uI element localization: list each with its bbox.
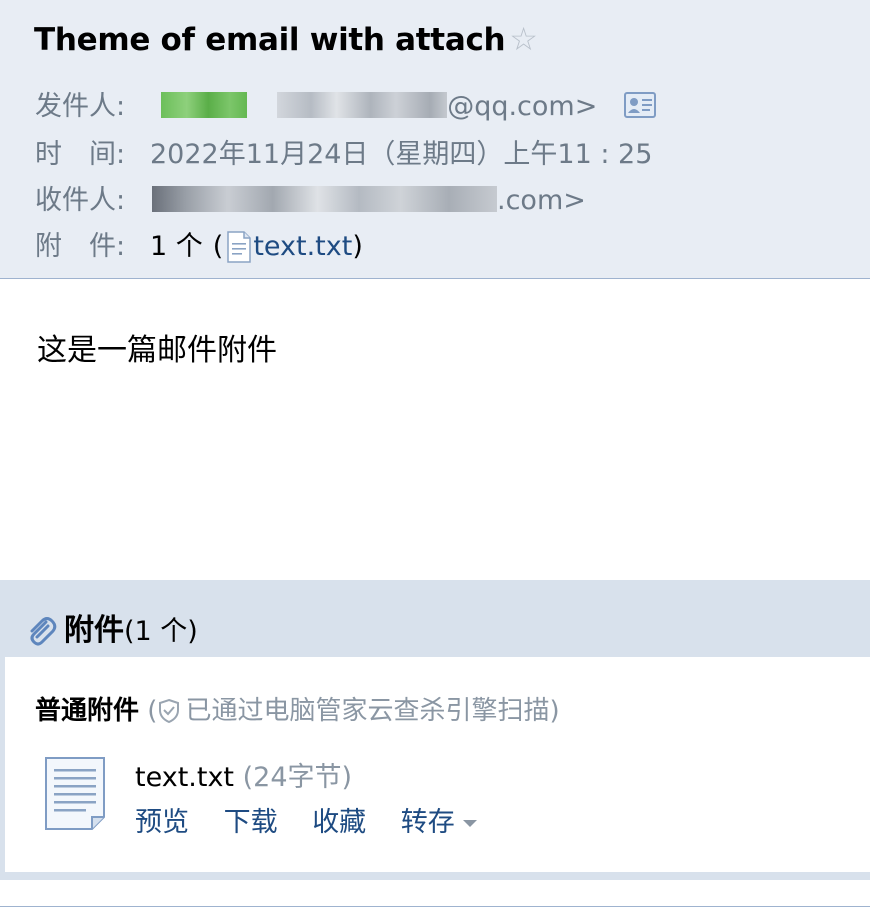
- attachment-count: 1 个: [150, 231, 203, 262]
- header-attachment-link[interactable]: text.txt: [253, 231, 352, 262]
- attachment-file-name: text.txt: [135, 762, 235, 793]
- recipient-email-redacted[interactable]: [152, 186, 497, 212]
- attachment-section-title: 附件(1 个): [24, 605, 198, 649]
- preview-link[interactable]: 预览: [135, 807, 189, 838]
- favorite-link[interactable]: 收藏: [312, 807, 366, 838]
- attachment-actions: 预览 下载 收藏 转存: [135, 800, 477, 839]
- sender-email-redacted[interactable]: [277, 92, 448, 118]
- subject-text: Theme of email with attach: [34, 22, 506, 58]
- attachments-row: 附 件: 1 个 ( text.txt): [35, 224, 363, 263]
- attachment-title-label: 附件: [64, 613, 124, 648]
- chevron-down-icon[interactable]: [462, 820, 477, 827]
- scan-note: 已通过电脑管家云查杀引擎扫描: [185, 696, 550, 726]
- txt-file-icon[interactable]: [42, 755, 108, 831]
- email-body-text: 这是一篇邮件附件: [37, 333, 277, 368]
- attachment-open-paren: (: [212, 231, 224, 262]
- attachment-file-size: (24字节): [242, 762, 353, 793]
- scan-close-paren: ): [549, 696, 560, 726]
- divider: [0, 906, 870, 907]
- time-row: 时 间: 2022年11月24日（星期四）上午11 : 25: [35, 132, 652, 171]
- save-to-dropdown[interactable]: 转存: [401, 807, 455, 838]
- attachment-close-paren: ): [352, 231, 363, 262]
- time-value: 2022年11月24日（星期四）上午11 : 25: [150, 139, 653, 170]
- file-icon: [227, 231, 252, 263]
- normal-attachment-heading: 普通附件 ( 已通过电脑管家云查杀引擎扫描): [35, 690, 560, 727]
- attachments-label: 附 件:: [35, 231, 126, 262]
- attachment-title-count: (1 个): [124, 616, 198, 647]
- recipient-label: 收件人:: [35, 185, 126, 216]
- shield-check-icon: [157, 698, 181, 724]
- contact-card-icon[interactable]: [623, 92, 656, 118]
- email-header: Theme of email with attach ☆ 发件人: @qq.com…: [0, 0, 870, 279]
- time-label: 时 间:: [35, 139, 126, 170]
- normal-attachment-label: 普通附件: [35, 696, 140, 726]
- recipient-email-suffix: .com>: [497, 185, 586, 216]
- scan-open-paren: (: [147, 696, 158, 726]
- download-link[interactable]: 下载: [224, 807, 278, 838]
- email-subject: Theme of email with attach ☆: [34, 20, 538, 58]
- paperclip-icon: [24, 614, 58, 648]
- recipient-row: 收件人: .com>: [35, 178, 586, 217]
- attachment-file-info: text.txt (24字节): [135, 755, 352, 794]
- sender-label: 发件人:: [35, 91, 126, 122]
- sender-name-redacted[interactable]: [160, 92, 247, 118]
- sender-row: 发件人: @qq.com>: [35, 84, 656, 123]
- sender-email-suffix: @qq.com>: [447, 91, 598, 122]
- star-outline-icon[interactable]: ☆: [509, 20, 538, 58]
